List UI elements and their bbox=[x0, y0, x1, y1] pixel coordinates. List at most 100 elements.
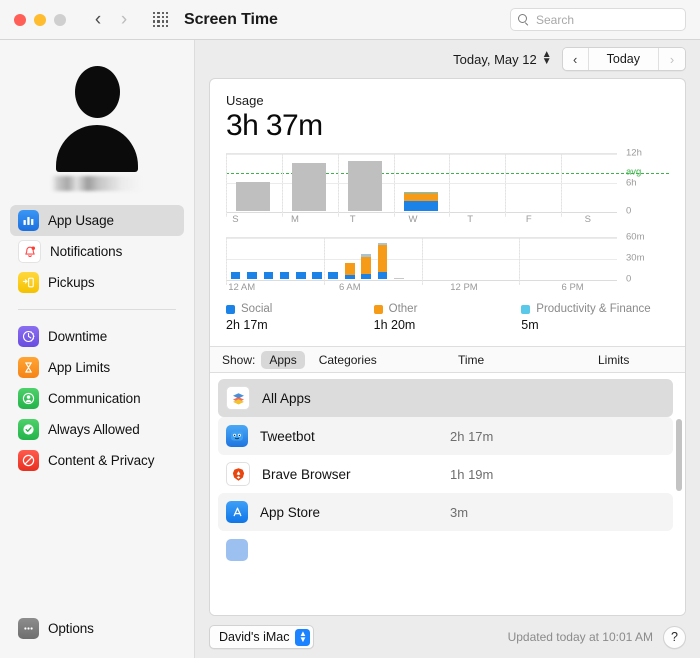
content-panel: Usage 3h 37m 12h avg 6h 0 S M T W T F S … bbox=[209, 78, 686, 616]
hour-bar-10am bbox=[394, 277, 404, 279]
bar-tuesday bbox=[347, 161, 382, 211]
xtick-monday: M bbox=[290, 214, 299, 225]
gridline-6h bbox=[226, 183, 617, 184]
charts-area: 12h avg 6h 0 S M T W T F S 60m 30m 0 12 … bbox=[210, 143, 685, 293]
app-list[interactable]: All Apps Tweetbot 2h 17m Brave Browser 1… bbox=[210, 373, 685, 615]
screen-time-window: ‹ › Screen Time Search App Usage Notific… bbox=[0, 0, 700, 658]
sidebar-item-pickups[interactable]: Pickups bbox=[10, 267, 184, 298]
legend-item-other: Other 1h 20m bbox=[373, 303, 522, 332]
bar-segment-productivity bbox=[403, 192, 438, 193]
search-icon bbox=[517, 13, 530, 26]
category-legend: Social 2h 17m Other 1h 20m Productivity … bbox=[210, 293, 685, 346]
sidebar-item-content-privacy[interactable]: Content & Privacy bbox=[10, 445, 184, 476]
sidebar-item-notifications[interactable]: Notifications bbox=[10, 236, 184, 267]
xtick-sunday: S bbox=[232, 214, 239, 225]
hour-bar-5am bbox=[312, 272, 323, 279]
minimize-button[interactable] bbox=[34, 13, 46, 26]
ytick-0: 0 bbox=[626, 205, 632, 217]
gridline-12h bbox=[226, 154, 617, 155]
app-icon bbox=[226, 539, 248, 561]
hour-bar-2am bbox=[263, 272, 274, 279]
ytick-6h: 6h bbox=[626, 177, 637, 189]
sidebar: App Usage Notifications Pickups Downtime… bbox=[0, 40, 195, 658]
bottom-bar: David's iMac ▲ ▼ Updated today at 10:01 A… bbox=[195, 616, 700, 658]
column-header-time: Time bbox=[458, 352, 485, 367]
hour-bar-12am bbox=[230, 272, 241, 279]
sidebar-item-label: App Usage bbox=[48, 213, 114, 228]
sidebar-item-downtime[interactable]: Downtime bbox=[10, 321, 184, 352]
titlebar: ‹ › Screen Time bbox=[0, 0, 700, 40]
usage-header: Usage 3h 37m bbox=[210, 79, 685, 143]
tab-apps[interactable]: Apps bbox=[261, 350, 305, 369]
chart-bar-icon bbox=[18, 210, 39, 231]
show-all-preferences-icon[interactable] bbox=[152, 11, 170, 29]
legend-swatch-other bbox=[373, 304, 383, 314]
maximize-button[interactable] bbox=[54, 13, 66, 26]
weekly-usage-chart[interactable]: 12h avg 6h 0 S M T W T F S bbox=[226, 148, 671, 225]
ytick-30m: 30m bbox=[626, 252, 645, 264]
sidebar-item-app-limits[interactable]: App Limits bbox=[10, 352, 184, 383]
close-button[interactable] bbox=[14, 13, 26, 26]
forward-icon[interactable]: › bbox=[114, 9, 134, 31]
list-item[interactable]: Brave Browser 1h 19m bbox=[218, 455, 673, 493]
list-item[interactable]: All Apps bbox=[218, 379, 673, 417]
hourly-usage-chart[interactable]: 60m 30m 0 12 AM 6 AM 12 PM 6 PM bbox=[226, 232, 671, 293]
bar-segment-other bbox=[403, 193, 438, 201]
ellipsis-icon bbox=[18, 618, 39, 639]
hour-bar-1am bbox=[247, 272, 257, 279]
pickup-hand-icon bbox=[18, 272, 39, 293]
date-navigation-bar: Today, May 12 ▲ ▼ ‹ Today › bbox=[195, 40, 700, 78]
list-item-partial[interactable] bbox=[218, 531, 673, 569]
list-item-name: All Apps bbox=[262, 390, 311, 406]
show-filter-bar: Show: Apps Categories Time Limits bbox=[210, 346, 685, 373]
sidebar-item-label: Content & Privacy bbox=[48, 453, 155, 468]
up-down-chevron-icon: ▲ ▼ bbox=[295, 628, 311, 646]
list-item[interactable]: Tweetbot 2h 17m bbox=[218, 417, 673, 455]
xtick-6pm: 6 PM bbox=[561, 282, 584, 293]
legend-label: Productivity & Finance bbox=[536, 303, 651, 315]
legend-value: 2h 17m bbox=[226, 318, 268, 332]
list-item-time: 1h 19m bbox=[450, 466, 494, 482]
tab-categories[interactable]: Categories bbox=[311, 351, 385, 369]
sidebar-item-communication[interactable]: Communication bbox=[10, 383, 184, 414]
xtick-tuesday: T bbox=[349, 214, 356, 225]
show-label: Show: bbox=[222, 352, 256, 367]
list-scrollbar[interactable] bbox=[676, 419, 682, 491]
avatar-body bbox=[56, 125, 138, 172]
next-day-button[interactable]: › bbox=[659, 48, 685, 70]
date-stepper[interactable]: Today, May 12 ▲ ▼ bbox=[453, 50, 552, 67]
gridline-0 bbox=[226, 212, 617, 213]
sidebar-item-always-allowed[interactable]: Always Allowed bbox=[10, 414, 184, 445]
xtick-saturday: S bbox=[584, 214, 591, 225]
no-entry-icon bbox=[18, 450, 39, 471]
xtick-12pm: 12 PM bbox=[450, 282, 478, 293]
list-item-name: App Store bbox=[260, 504, 321, 520]
sidebar-item-label: Notifications bbox=[50, 244, 123, 259]
sidebar-item-options[interactable]: Options bbox=[10, 613, 184, 644]
search-input[interactable] bbox=[534, 11, 679, 28]
main-panel: Today, May 12 ▲▼ ‹ Today › Usage 3h 37m bbox=[195, 40, 700, 658]
help-button[interactable]: ? bbox=[663, 625, 686, 649]
legend-item-social: Social 2h 17m bbox=[226, 303, 374, 332]
hour-bar-9am bbox=[377, 243, 388, 279]
sidebar-item-label: Options bbox=[48, 621, 94, 636]
up-down-chevron-icon[interactable]: ▲ ▼ bbox=[542, 50, 552, 67]
today-button[interactable]: Today bbox=[588, 48, 659, 70]
column-header-limits: Limits bbox=[598, 352, 630, 367]
search-field[interactable] bbox=[510, 8, 686, 31]
previous-day-button[interactable]: ‹ bbox=[562, 48, 589, 70]
sidebar-item-app-usage[interactable]: App Usage bbox=[10, 205, 184, 236]
sidebar-item-label: Downtime bbox=[48, 329, 108, 344]
list-item[interactable]: App Store 3m bbox=[218, 493, 673, 531]
bar-sunday bbox=[236, 182, 270, 211]
ytick-12h: 12h bbox=[626, 147, 642, 159]
app-store-icon bbox=[226, 501, 248, 523]
device-popup-button[interactable]: David's iMac ▲ ▼ bbox=[209, 625, 315, 649]
hourglass-icon bbox=[18, 357, 39, 378]
ytick-0m: 0 bbox=[626, 273, 632, 285]
avatar-head bbox=[75, 66, 120, 118]
xtick-friday: F bbox=[525, 214, 532, 225]
bell-icon bbox=[18, 240, 41, 263]
hour-bar-3am bbox=[279, 272, 290, 279]
back-icon[interactable]: ‹ bbox=[88, 9, 108, 31]
